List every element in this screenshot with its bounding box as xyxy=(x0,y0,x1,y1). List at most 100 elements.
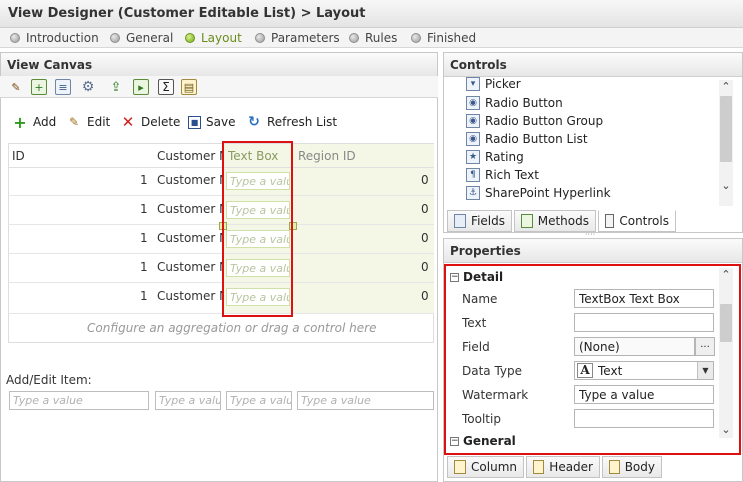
cell-textbox-input[interactable]: Type a valu xyxy=(226,172,290,190)
general-section-header[interactable]: − General xyxy=(450,434,516,448)
control-item-picker[interactable]: ▾ Picker xyxy=(466,77,521,91)
data-type-label: Data Type xyxy=(462,364,523,378)
fields-icon xyxy=(454,214,467,228)
splitter-handle[interactable]: ···· xyxy=(585,231,597,239)
add-edit-input-region[interactable]: Type a value xyxy=(297,391,434,410)
cell-id: 1 xyxy=(140,260,148,274)
picker-icon: ▾ xyxy=(466,77,480,91)
resize-handle-left[interactable] xyxy=(219,222,227,230)
export-icon[interactable]: ⇪ xyxy=(108,79,124,95)
chevron-down-icon[interactable]: ▼ xyxy=(697,362,713,379)
cell-region: 0 xyxy=(421,231,429,245)
column-header-region[interactable]: Region ID xyxy=(298,149,356,163)
tab-methods[interactable]: Methods xyxy=(514,210,596,232)
tab-fields[interactable]: Fields xyxy=(447,210,512,232)
cell-id: 1 xyxy=(140,231,148,245)
step-introduction[interactable]: Introduction xyxy=(10,30,99,46)
form-icon[interactable]: ≡ xyxy=(55,79,71,95)
header-icon xyxy=(533,460,545,474)
table-add-icon[interactable]: + xyxy=(31,79,47,95)
detail-section-header[interactable]: − Detail xyxy=(450,270,503,284)
wizard-steps: Introduction General Layout Parameters R… xyxy=(0,28,743,48)
cell-customer: Customer N xyxy=(157,231,222,245)
field-field[interactable]: (None) xyxy=(574,337,695,356)
tooltip-label: Tooltip xyxy=(462,412,501,426)
data-type-select[interactable]: A Text xyxy=(574,361,714,380)
tab-body[interactable]: Body xyxy=(602,456,662,478)
field-browse-button[interactable]: ... xyxy=(695,337,715,356)
delete-button[interactable]: ✕ Delete xyxy=(120,111,181,133)
step-dot-icon xyxy=(411,33,421,43)
drop-hint: Configure an aggregation or drag a contr… xyxy=(87,321,377,335)
cell-textbox-input[interactable]: Type a valu xyxy=(226,288,290,306)
wand-icon[interactable]: ✎ xyxy=(8,79,24,95)
edit-button[interactable]: ✎ Edit xyxy=(66,111,110,133)
scroll-thumb[interactable] xyxy=(720,304,732,342)
text-label: Text xyxy=(462,316,487,330)
step-general[interactable]: General xyxy=(110,30,173,46)
scroll-up-icon[interactable]: ⌃ xyxy=(719,268,733,282)
column-header-id[interactable]: ID xyxy=(12,149,25,163)
action-toolbar: + Add ✎ Edit ✕ Delete ■ Save ↻ Refresh List xyxy=(8,111,436,133)
controls-scrollbar[interactable]: ⌃ ⌄ xyxy=(719,80,733,206)
text-field[interactable] xyxy=(574,313,714,332)
cell-id: 1 xyxy=(140,202,148,216)
control-item-radio-button[interactable]: ◉ Radio Button xyxy=(466,94,563,112)
import-icon[interactable]: ▸ xyxy=(133,79,149,95)
cell-region: 0 xyxy=(421,260,429,274)
column-header-textbox[interactable]: Text Box xyxy=(228,149,278,163)
watermark-field[interactable]: Type a value xyxy=(574,385,714,404)
column-header-customer[interactable]: Customer N xyxy=(157,149,222,163)
save-button[interactable]: ■ Save xyxy=(188,111,235,133)
cell-textbox-input[interactable]: Type a valu xyxy=(226,230,290,248)
step-layout[interactable]: Layout xyxy=(185,30,242,46)
add-edit-label: Add/Edit Item: xyxy=(6,373,92,387)
add-edit-input-customer[interactable]: Type a valu xyxy=(155,391,221,410)
step-rules[interactable]: Rules xyxy=(349,30,397,46)
scroll-down-icon[interactable]: ⌄ xyxy=(719,179,733,193)
cell-customer: Customer N xyxy=(157,289,222,303)
window-title: View Designer (Customer Editable List) >… xyxy=(8,6,366,21)
controls-header: Controls xyxy=(444,53,742,77)
tab-column[interactable]: Column xyxy=(447,456,524,478)
properties-icon[interactable]: ▤ xyxy=(181,79,197,95)
tooltip-field[interactable] xyxy=(574,409,714,428)
gear-icon[interactable]: ⚙ xyxy=(80,79,96,95)
cell-textbox-input[interactable]: Type a valu xyxy=(226,201,290,219)
resize-handle-right[interactable] xyxy=(289,222,297,230)
tab-header[interactable]: Header xyxy=(526,456,600,478)
controls-icon xyxy=(605,214,615,228)
methods-icon xyxy=(521,214,533,228)
scroll-up-icon[interactable]: ⌃ xyxy=(719,80,733,94)
body-icon xyxy=(609,460,620,474)
add-edit-input-textbox[interactable]: Type a valu xyxy=(226,391,292,410)
scroll-down-icon[interactable]: ⌄ xyxy=(719,423,733,437)
add-button[interactable]: + Add xyxy=(12,111,56,133)
edit-icon: ✎ xyxy=(68,115,80,129)
scroll-thumb[interactable] xyxy=(720,96,732,162)
row-divider xyxy=(8,253,434,254)
refresh-list-button[interactable]: ↻ Refresh List xyxy=(246,111,337,133)
step-finished[interactable]: Finished xyxy=(411,30,476,46)
sigma-icon[interactable]: Σ xyxy=(158,79,174,95)
cell-customer: Customer N xyxy=(157,260,222,274)
radio-button-group-icon: ◉ xyxy=(466,114,480,128)
collapse-icon[interactable]: − xyxy=(450,272,459,282)
control-item-rich-text[interactable]: ¶ Rich Text xyxy=(466,166,539,184)
name-label: Name xyxy=(462,292,498,306)
add-edit-input-id[interactable]: Type a value xyxy=(9,391,149,410)
control-item-radio-button-list[interactable]: ◉ Radio Button List xyxy=(466,130,588,148)
rating-star-icon: ★ xyxy=(466,150,480,164)
cell-textbox-input[interactable]: Type a valu xyxy=(226,259,290,277)
control-item-sharepoint-hyperlink[interactable]: ⚓ SharePoint Hyperlink xyxy=(466,184,611,202)
column-icon xyxy=(454,460,467,474)
control-item-rating[interactable]: ★ Rating xyxy=(466,148,524,166)
cell-id: 1 xyxy=(140,289,148,303)
row-divider xyxy=(8,313,434,314)
step-parameters[interactable]: Parameters xyxy=(255,30,340,46)
tab-controls[interactable]: Controls xyxy=(598,210,676,232)
collapse-icon[interactable]: − xyxy=(450,436,459,446)
control-item-radio-button-group[interactable]: ◉ Radio Button Group xyxy=(466,112,603,130)
properties-scrollbar[interactable]: ⌃ ⌄ xyxy=(719,268,733,438)
name-field[interactable]: TextBox Text Box xyxy=(574,289,714,308)
